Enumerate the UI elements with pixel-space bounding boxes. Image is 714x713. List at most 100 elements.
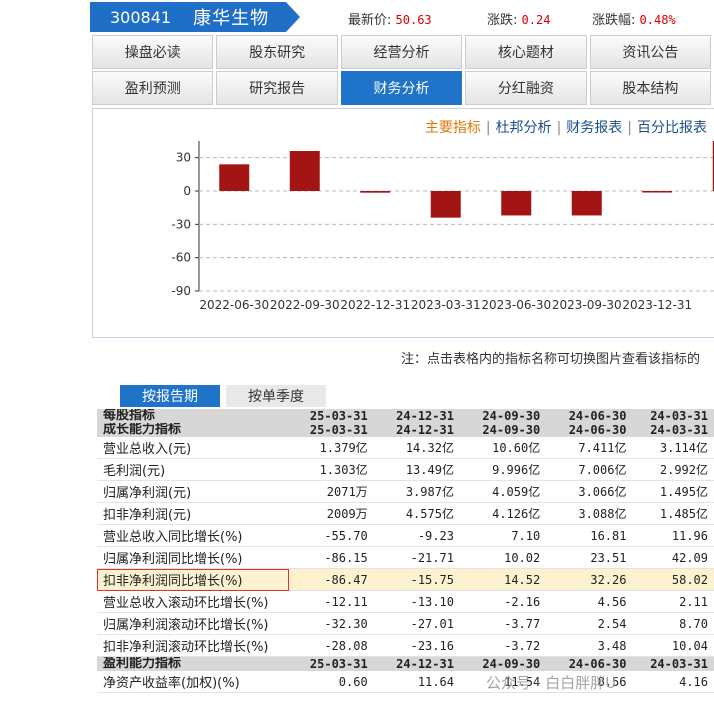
- indicator-value: 58.02: [632, 568, 714, 591]
- indicator-name[interactable]: 扣非净利润(元): [97, 502, 290, 525]
- indicator-value: 1.303亿: [289, 458, 374, 481]
- indicator-value: 10.60亿: [459, 437, 547, 459]
- x-tick-label: 2022-06-30: [199, 298, 269, 312]
- indicator-value: -23.16: [373, 634, 460, 657]
- indicator-name[interactable]: 毛利润(元): [97, 458, 290, 481]
- stock-header: 300841 康华生物 最新价: 50.63 涨跌: 0.24 涨跌幅: 0.4…: [90, 0, 714, 34]
- tab-by-quarter[interactable]: 按单季度: [226, 385, 326, 407]
- latest-price: 最新价: 50.63: [348, 9, 432, 28]
- indicator-name[interactable]: 扣非净利润同比增长(%): [97, 568, 290, 591]
- indicator-value: 4.16: [632, 671, 714, 693]
- section-subheader-row: 成长能力指标 25-03-31 24-12-31 24-09-30 24-06-30 24…: [97, 423, 714, 437]
- nav-tab-core-themes[interactable]: 核心题材: [465, 35, 587, 69]
- period-tabs: 按报告期 按单季度: [120, 385, 332, 407]
- nav-tab-forecast[interactable]: 盈利预测: [92, 71, 214, 105]
- section-period: 25-03-31: [289, 656, 374, 671]
- indicator-name[interactable]: 营业总收入同比增长(%): [97, 524, 290, 547]
- indicator-value: 4.56: [546, 590, 633, 613]
- bar: [642, 191, 673, 193]
- x-tick-label: 2022-12-31: [340, 298, 410, 312]
- subtab-bar: 主要指标 | 杜邦分析 | 财务报表 | 百分比报表: [424, 120, 707, 136]
- tab-by-report-period[interactable]: 按报告期: [120, 385, 220, 407]
- subtab-statements[interactable]: 财务报表: [566, 120, 622, 136]
- indicator-name[interactable]: 营业总收入(元): [97, 437, 290, 459]
- watermark: 公众号 · 白白胖胖U: [486, 674, 617, 692]
- y-tick-label: 0: [183, 184, 191, 198]
- section-period: 24-06-30: [546, 409, 633, 423]
- subtab-dupont[interactable]: 杜邦分析: [496, 120, 552, 136]
- indicator-value: -13.10: [373, 590, 460, 613]
- table-row: 扣非净利润同比增长(%) -86.47 -15.75 14.52 32.26 58.02: [97, 568, 714, 591]
- y-tick-label: 30: [176, 151, 191, 165]
- indicator-value: 23.51: [546, 546, 633, 569]
- y-tick-label: -90: [171, 284, 191, 298]
- nav-tab-dividend[interactable]: 分红融资: [465, 71, 587, 105]
- section-header-row: 盈利能力指标 25-03-31 24-12-31 24-09-30 24-06-30 24…: [97, 656, 714, 671]
- section-period: 24-06-30: [546, 656, 633, 671]
- indicator-value: 0.60: [289, 671, 374, 693]
- indicator-value: 3.088亿: [546, 502, 633, 525]
- indicator-value: 13.49亿: [373, 458, 460, 481]
- nav-tab-shareholder[interactable]: 股东研究: [216, 35, 338, 69]
- indicator-value: 3.48: [546, 634, 633, 657]
- section-period: 24-12-31: [373, 409, 460, 423]
- indicator-value: -32.30: [289, 612, 374, 635]
- table-row: 毛利润(元) 1.303亿 13.49亿 9.996亿 7.006亿 2.992亿: [97, 458, 714, 481]
- indicator-value: -27.01: [373, 612, 460, 635]
- table-row: 归属净利润滚动环比增长(%) -32.30 -27.01 -3.77 2.54 8.70: [97, 612, 714, 635]
- section-title[interactable]: 成长能力指标: [97, 423, 290, 437]
- indicator-value: 7.10: [459, 524, 547, 547]
- indicator-name[interactable]: 净资产收益率(加权)(%): [97, 671, 290, 693]
- section-period: 24-09-30: [459, 423, 547, 437]
- price-change-value: 0.24: [521, 13, 551, 27]
- indicator-name[interactable]: 扣非净利润滚动环比增长(%): [97, 634, 290, 657]
- bar: [501, 191, 532, 216]
- indicator-value: 11.96: [632, 524, 714, 547]
- subtab-percent[interactable]: 百分比报表: [637, 120, 707, 136]
- bar: [571, 191, 602, 216]
- indicator-value: 2.54: [546, 612, 633, 635]
- nav-tab-capital-structure[interactable]: 股本结构: [589, 71, 712, 105]
- indicator-value: 14.52: [459, 568, 547, 591]
- subtab-main-indicators[interactable]: 主要指标: [425, 120, 481, 136]
- indicator-name[interactable]: 归属净利润同比增长(%): [97, 546, 290, 569]
- x-tick-label: 2023-06-30: [481, 298, 551, 312]
- section-period: 24-09-30: [459, 409, 547, 423]
- bar: [430, 191, 461, 218]
- indicator-value: 4.575亿: [373, 502, 460, 525]
- nav-tab-operations[interactable]: 经营分析: [340, 35, 463, 69]
- section-title[interactable]: 盈利能力指标: [97, 656, 290, 671]
- y-tick-label: -30: [171, 217, 191, 231]
- nav-tab-news[interactable]: 资讯公告: [589, 35, 712, 69]
- x-tick-label: 2022-09-30: [270, 298, 340, 312]
- table-row: 营业总收入滚动环比增长(%) -12.11 -13.10 -2.16 4.56 2.11: [97, 590, 714, 613]
- nav-tab-research[interactable]: 研究报告: [216, 71, 338, 105]
- indicator-name[interactable]: 归属净利润滚动环比增长(%): [97, 612, 290, 635]
- indicator-value: 1.485亿: [632, 502, 714, 525]
- indicator-value: 2071万: [289, 480, 374, 503]
- price-change-pct-label: 涨跌幅:: [592, 13, 636, 28]
- bar: [289, 151, 320, 191]
- table-row: 营业总收入(元) 1.379亿 14.32亿 10.60亿 7.411亿 3.114亿: [97, 437, 714, 459]
- section-period: 25-03-31: [289, 409, 374, 423]
- nav-tab-trading-guide[interactable]: 操盘必读: [92, 35, 214, 69]
- bar: [219, 164, 250, 191]
- stock-title-tag: 300841 康华生物: [90, 2, 300, 32]
- section-period: 24-12-31: [373, 423, 460, 437]
- latest-price-value: 50.63: [395, 13, 432, 27]
- nav-row-2: 盈利预测 研究报告 财务分析 分红融资 股本结构: [92, 71, 714, 105]
- indicator-name[interactable]: 营业总收入滚动环比增长(%): [97, 590, 290, 613]
- indicator-value: 7.006亿: [546, 458, 633, 481]
- x-tick-label: 2023-03-31: [411, 298, 481, 312]
- section-title[interactable]: 每股指标: [97, 409, 290, 423]
- price-change-label: 涨跌:: [487, 13, 518, 28]
- indicator-value: 8.70: [632, 612, 714, 635]
- indicator-value: -3.72: [459, 634, 547, 657]
- price-change-pct: 涨跌幅: 0.48%: [592, 9, 676, 28]
- indicator-value: 3.114亿: [632, 437, 714, 459]
- nav-tab-financial-analysis[interactable]: 财务分析: [340, 71, 463, 105]
- indicator-value: -55.70: [289, 524, 374, 547]
- indicator-value: 1.379亿: [289, 437, 374, 459]
- indicator-name[interactable]: 归属净利润(元): [97, 480, 290, 503]
- indicator-bar-chart: 30 0 -30 -60 -90 2022-06-30 2022-09-30 2022-12-…: [171, 141, 714, 312]
